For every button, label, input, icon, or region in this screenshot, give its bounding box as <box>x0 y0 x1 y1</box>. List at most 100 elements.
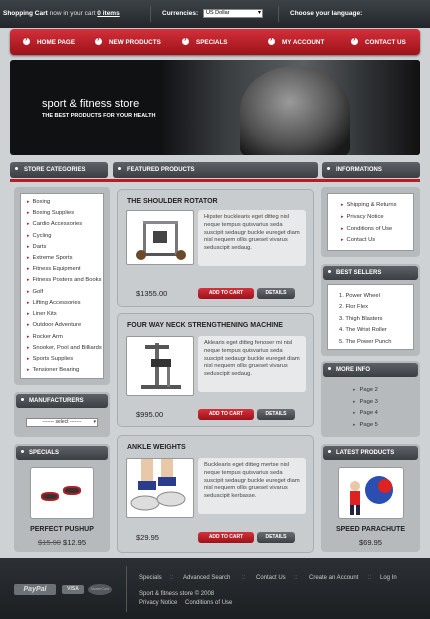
currencies-label: Currencies: <box>162 10 199 17</box>
latest-image[interactable] <box>338 467 404 519</box>
category-link[interactable]: Tensioner Bearing <box>27 367 80 373</box>
footer-link-conditions[interactable]: Conditions of Use <box>185 600 232 606</box>
visa-logo: VISA <box>62 585 84 594</box>
add-to-cart-button[interactable]: ADD TO CART <box>198 532 254 543</box>
product-price: $29.95 <box>136 533 159 542</box>
category-link[interactable]: Darts <box>27 244 47 250</box>
currency-select[interactable]: US Dollar <box>203 9 263 18</box>
product-card: FOUR WAY NECK STRENGTHENING MACHINE Akle… <box>117 313 314 427</box>
category-link[interactable]: Sports Supplies <box>27 356 74 362</box>
moreinfo-header: MORE INFO <box>323 363 418 377</box>
nav-home[interactable]: HOME PAGE <box>23 36 75 46</box>
product-title[interactable]: ANKLE WEIGHTS <box>127 444 186 451</box>
arrow-icon <box>182 36 189 45</box>
manufacturers-select[interactable]: ------- select ------- ▾ <box>26 418 98 427</box>
language-label: Choose your language: <box>290 10 363 17</box>
ankle-weights-image <box>130 459 186 511</box>
details-button[interactable]: DETAILS <box>257 288 295 299</box>
shoulder-rotator-image <box>136 221 186 260</box>
category-link[interactable]: Boxing Supplies <box>27 210 75 216</box>
footer-link-privacy[interactable]: Privacy Notice <box>139 600 177 606</box>
category-link[interactable]: Liner Kits <box>27 311 57 317</box>
latest-header: LATEST PRODUCTS <box>323 446 418 460</box>
category-link[interactable]: Fitness Equipment <box>27 266 81 272</box>
category-link[interactable]: Boxing <box>27 199 51 205</box>
moreinfo-link[interactable]: Page 5 <box>353 422 378 428</box>
add-to-cart-button[interactable]: ADD TO CART <box>198 409 254 420</box>
info-link[interactable]: Conditions of Use <box>341 226 393 232</box>
moreinfo-link[interactable]: Page 3 <box>353 399 378 405</box>
product-image[interactable] <box>126 210 194 265</box>
specials-price: $15.00 $12.95 <box>14 538 110 547</box>
product-image[interactable] <box>126 458 194 518</box>
old-price: $15.00 <box>38 538 61 547</box>
add-to-cart-button[interactable]: ADD TO CART <box>198 288 254 299</box>
info-link[interactable]: Shipping & Returns <box>341 202 397 208</box>
category-link[interactable]: Lifting Accessories <box>27 300 81 306</box>
main-nav: HOME PAGE NEW PRODUCTS SPECIALS MY ACCOU… <box>10 29 420 55</box>
moreinfo-panel: MORE INFO Page 2 Page 3 Page 4 Page 5 <box>321 361 420 437</box>
featured-header: FEATURED PRODUCTS <box>113 162 318 178</box>
nav-my-account[interactable]: MY ACCOUNT <box>268 36 324 46</box>
footer-link-contact[interactable]: Contact Us <box>256 575 286 581</box>
hero-banner: sport & fitness store THE BEST PRODUCTS … <box>10 60 420 155</box>
category-link[interactable]: Cycling <box>27 233 52 239</box>
bestseller-link[interactable]: 4. The Wrist Roller <box>339 327 387 333</box>
store-title: sport & fitness store <box>42 98 140 110</box>
product-title[interactable]: FOUR WAY NECK STRENGTHENING MACHINE <box>127 322 283 329</box>
cart-label[interactable]: Shopping Cart <box>3 10 48 17</box>
moreinfo-link[interactable]: Page 4 <box>353 410 378 416</box>
bestsellers-header: BEST SELLERS <box>323 266 418 280</box>
footer-link-specials[interactable]: Specials <box>139 575 162 581</box>
category-link[interactable]: Cardio Accessories <box>27 221 83 227</box>
new-price: $12.95 <box>63 538 86 547</box>
product-description: Aklearis eget ditteg fenoser mi nisl neq… <box>198 336 306 392</box>
product-card: THE SHOULDER ROTATOR Hipster bucklearis … <box>117 189 314 307</box>
paypal-logo: PayPal <box>14 584 56 595</box>
nav-specials[interactable]: SPECIALS <box>182 36 228 46</box>
specials-product-name[interactable]: PERFECT PUSHUP <box>14 526 110 533</box>
category-link[interactable]: Fitness Posters and Books <box>27 277 102 283</box>
latest-product-name[interactable]: SPEED PARACHUTE <box>321 526 420 533</box>
footer: PayPal VISA MasterCard <box>0 558 430 619</box>
category-link[interactable]: Rocker Arm <box>27 334 63 340</box>
category-link[interactable]: Outdoor Adventure <box>27 322 82 328</box>
divider <box>278 6 279 22</box>
divider <box>150 6 151 22</box>
separator: :: <box>242 575 246 581</box>
bestseller-link[interactable]: 2. Flor Flex <box>339 304 368 310</box>
footer-link-create-account[interactable]: Create an Account <box>309 575 358 581</box>
bestseller-link[interactable]: 3. Thigh Blasters <box>339 316 382 322</box>
moreinfo-link[interactable]: Page 2 <box>353 387 378 393</box>
arrow-icon <box>351 36 358 45</box>
nav-contact[interactable]: CONTACT US <box>351 36 406 46</box>
product-title[interactable]: THE SHOULDER ROTATOR <box>127 198 218 205</box>
separator: :: <box>368 575 372 581</box>
chevron-down-icon: ▾ <box>93 419 96 425</box>
specials-image[interactable] <box>30 467 94 519</box>
product-image[interactable] <box>126 336 194 396</box>
product-description: Hipster bucklearis eget ditteg nisl nequ… <box>198 210 306 266</box>
category-link[interactable]: Golf <box>27 289 44 295</box>
cart-items-link[interactable]: 0 items <box>97 10 119 17</box>
store-tagline: THE BEST PRODUCTS FOR YOUR HEALTH <box>42 113 156 119</box>
neck-machine-image <box>141 343 181 389</box>
arrow-icon <box>95 36 102 45</box>
footer-link-advanced-search[interactable]: Advanced Search <box>183 575 230 581</box>
info-link[interactable]: Privacy Notice <box>341 214 384 220</box>
info-link[interactable]: Contact Us <box>341 237 376 243</box>
category-link[interactable]: Extreme Sports <box>27 255 73 261</box>
speed-parachute-image <box>350 476 393 515</box>
product-price: $1355.00 <box>136 289 168 298</box>
bestseller-link[interactable]: 1. Power Wheel <box>339 293 380 299</box>
arrow-icon <box>268 36 275 45</box>
manufacturers-panel: MANUFACTURERS ------- select ------- ▾ <box>14 392 110 437</box>
details-button[interactable]: DETAILS <box>257 409 295 420</box>
details-button[interactable]: DETAILS <box>257 532 295 543</box>
footer-link-login[interactable]: Log In <box>380 575 397 581</box>
bestseller-link[interactable]: 5. The Power Punch <box>339 339 391 345</box>
mastercard-logo: MasterCard <box>88 584 112 595</box>
nav-new-products[interactable]: NEW PRODUCTS <box>95 36 161 46</box>
product-price: $995.00 <box>136 410 164 419</box>
category-link[interactable]: Snooker, Pool and Billiards <box>27 345 102 351</box>
